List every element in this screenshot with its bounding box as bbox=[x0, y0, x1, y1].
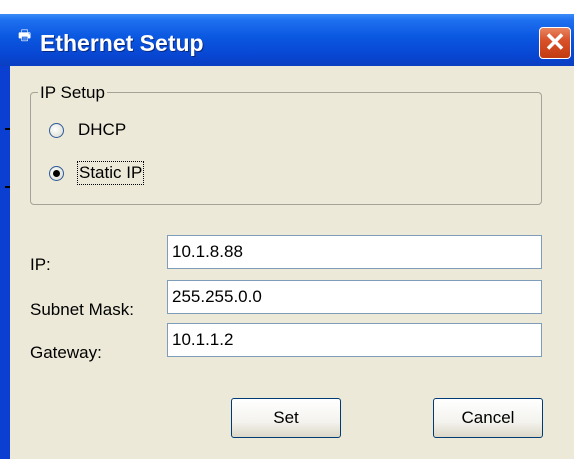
set-button[interactable]: Set bbox=[231, 398, 341, 438]
subnet-mask-field[interactable] bbox=[167, 280, 542, 314]
top-strip bbox=[0, 0, 574, 14]
dhcp-radio-label[interactable]: DHCP bbox=[78, 120, 126, 140]
close-icon: ✕ bbox=[544, 27, 566, 57]
window-title: Ethernet Setup bbox=[40, 30, 204, 56]
printer-icon: 🖶 bbox=[18, 27, 32, 43]
ip-setup-legend: IP Setup bbox=[38, 83, 107, 103]
dhcp-radio[interactable] bbox=[49, 123, 64, 138]
static-ip-radio-label[interactable]: Static IP bbox=[76, 161, 145, 185]
cancel-button[interactable]: Cancel bbox=[433, 398, 543, 438]
radio-selected-dot bbox=[53, 170, 60, 177]
subnet-mask-label: Subnet Mask: bbox=[30, 300, 134, 319]
window-left-border bbox=[0, 66, 10, 459]
ip-label: IP: bbox=[30, 255, 51, 274]
close-button[interactable]: ✕ bbox=[539, 27, 571, 59]
gateway-label: Gateway: bbox=[30, 343, 102, 362]
gateway-field[interactable] bbox=[167, 323, 542, 357]
ip-setup-group bbox=[30, 92, 542, 205]
static-ip-radio[interactable] bbox=[49, 166, 64, 181]
ip-field[interactable] bbox=[167, 235, 542, 269]
